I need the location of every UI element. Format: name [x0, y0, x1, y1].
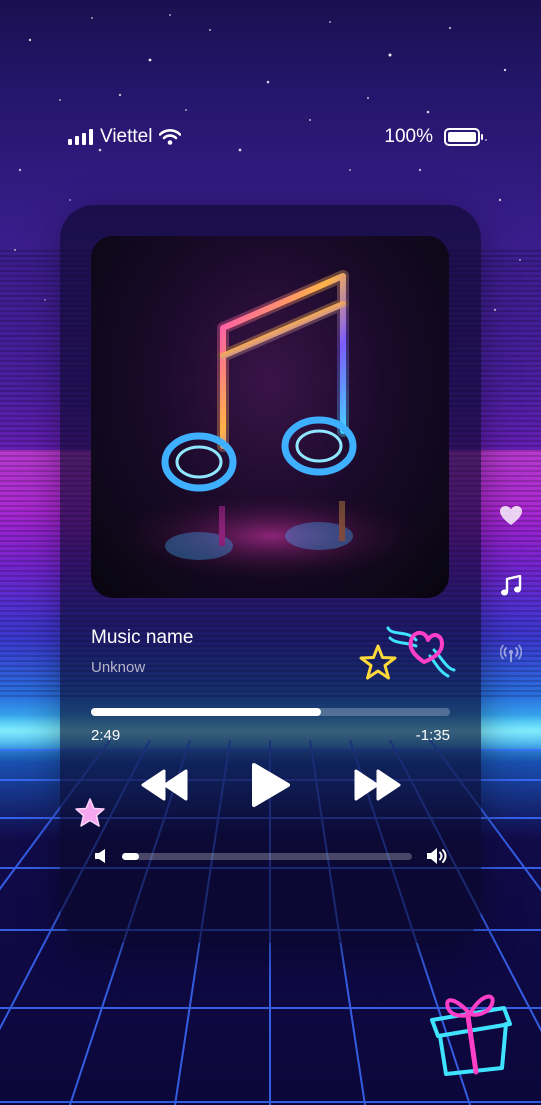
- playback-progress-bar[interactable]: [91, 708, 450, 716]
- heart-icon: [500, 506, 522, 525]
- rewind-icon: [141, 769, 188, 801]
- battery-icon: [444, 128, 483, 146]
- volume-fill: [122, 852, 140, 860]
- wifi-icon: [159, 129, 182, 145]
- player-card: Music name Unknow 2:49 -1:35: [60, 205, 481, 943]
- neon-gift-sticker: [430, 994, 512, 1076]
- broadcast-icon: [500, 644, 522, 662]
- neon-music-note-artwork: [101, 270, 441, 586]
- status-bar: Viettel 100%: [68, 124, 483, 150]
- volume-high-icon: [427, 848, 447, 864]
- pink-star-sticker: [75, 798, 105, 827]
- carrier-label: Viettel: [100, 126, 153, 147]
- track-artist: Unknow: [91, 659, 146, 676]
- fast-forward-button[interactable]: [352, 769, 402, 801]
- fast-forward-icon: [354, 769, 401, 801]
- rewind-button[interactable]: [140, 769, 190, 801]
- play-button[interactable]: [251, 762, 291, 808]
- volume-slider[interactable]: [122, 852, 412, 860]
- progress-fill: [91, 708, 321, 716]
- play-icon: [252, 763, 290, 807]
- favorite-button[interactable]: [498, 505, 524, 526]
- volume-low-icon: [95, 849, 105, 863]
- music-library-button[interactable]: [498, 575, 524, 597]
- track-title: Music name: [91, 627, 194, 648]
- volume-control: [94, 845, 450, 867]
- neon-star-sticker: [359, 644, 397, 680]
- time-elapsed: 2:49: [91, 727, 121, 744]
- time-remaining: -1:35: [415, 727, 450, 744]
- playback-controls: [140, 760, 402, 810]
- signal-icon: [68, 129, 93, 145]
- album-art: [91, 236, 449, 598]
- battery-percent: 100%: [384, 126, 433, 147]
- music-note-icon: [501, 575, 522, 596]
- broadcast-button[interactable]: [498, 643, 524, 663]
- status-right: 100%: [384, 126, 483, 148]
- status-left: Viettel: [68, 126, 182, 148]
